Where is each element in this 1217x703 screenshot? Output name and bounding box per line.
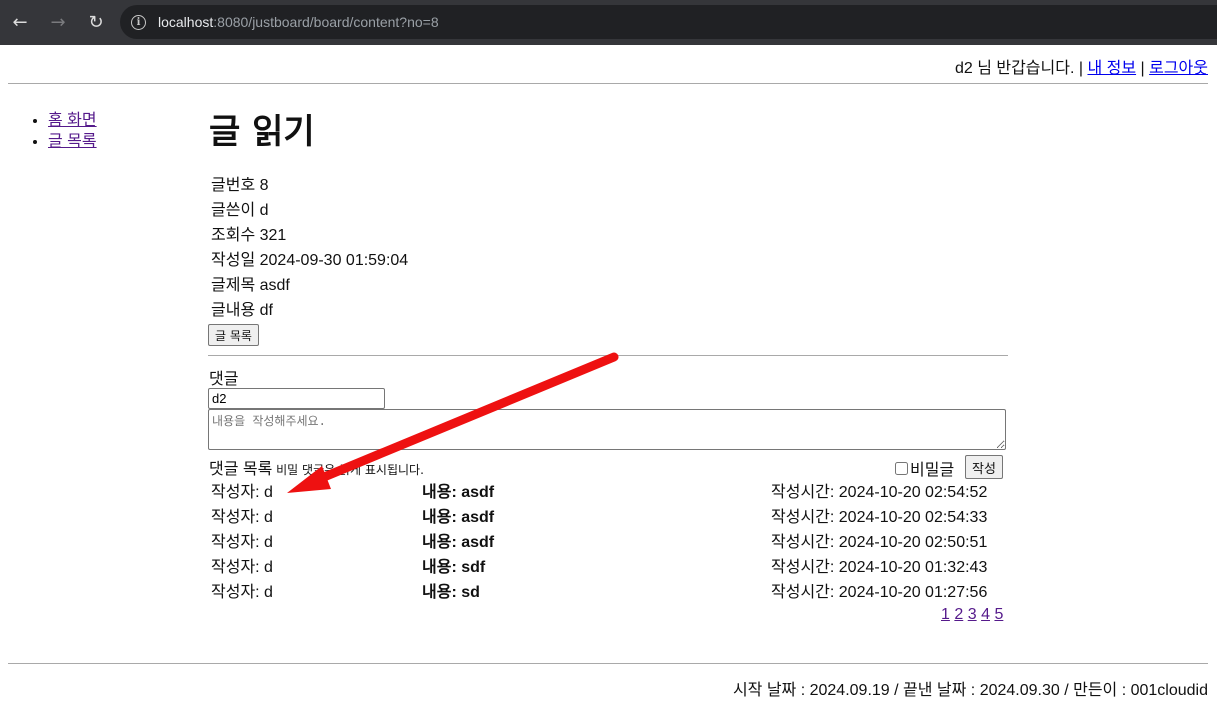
comment-content-text: asdf: [461, 484, 495, 501]
browser-toolbar: ← → ↻ i localhost:8080/justboard/board/c…: [0, 0, 1217, 45]
comment-row: 작성자: d 내용: sd 작성시간: 2024-10-20 01:27:56: [211, 580, 1001, 605]
secret-checkbox[interactable]: [895, 461, 908, 475]
comment-writer: 작성자: d: [211, 534, 273, 551]
comment-content: 내용: asdf: [422, 480, 494, 505]
back-arrow-icon[interactable]: ←: [2, 5, 38, 41]
comment-content-text: asdf: [461, 509, 495, 526]
sidebar-item-home: 홈 화면: [48, 110, 97, 131]
url-text[interactable]: localhost:8080/justboard/board/content?n…: [158, 14, 439, 30]
comment-content: 내용: sd: [422, 580, 480, 605]
info-icon[interactable]: i: [131, 14, 146, 30]
comment-content: 내용: asdf: [422, 530, 494, 555]
comment-list: 작성자: d 내용: asdf 작성시간: 2024-10-20 02:54:5…: [211, 480, 1001, 605]
footer-text: 시작 날짜 : 2024.09.19 / 끝낸 날짜 : 2024.09.30 …: [732, 682, 1208, 699]
comment-time: 작성시간: 2024-10-20 01:32:43: [771, 559, 988, 576]
comment-content: 내용: asdf: [422, 505, 494, 530]
submit-comment-button[interactable]: 작성: [965, 455, 1003, 479]
comment-writer: 작성자: d: [211, 484, 273, 501]
meta-row-writer: 글쓴이 d: [211, 198, 408, 223]
meta-row-content: 글내용 df: [211, 298, 408, 323]
meta-label: 작성일: [211, 252, 256, 269]
secret-comment-hint: 비밀 댓글은 굵게 표시됩니다.: [272, 463, 424, 477]
post-meta: 글번호 8 글쓴이 d 조회수 321 작성일 2024-09-30 01:59…: [211, 173, 408, 323]
address-bar[interactable]: i localhost:8080/justboard/board/content…: [120, 5, 1217, 39]
comment-content-textarea[interactable]: [208, 409, 1006, 450]
url-host: localhost: [158, 14, 214, 30]
meta-label: 글내용: [211, 302, 256, 319]
meta-value: d: [259, 202, 269, 219]
page-link-4[interactable]: 4: [981, 606, 990, 623]
page-link-5[interactable]: 5: [994, 606, 1003, 623]
footer-divider: [8, 663, 1208, 664]
comment-row: 작성자: d 내용: asdf 작성시간: 2024-10-20 02:54:5…: [211, 480, 1001, 505]
comment-writer: 작성자: d: [211, 559, 273, 576]
comment-time: 작성시간: 2024-10-20 02:50:51: [771, 534, 988, 551]
meta-value: asdf: [259, 277, 290, 294]
secret-label: 비밀글: [910, 462, 955, 479]
page-title: 글 읽기: [209, 112, 315, 152]
comment-row: 작성자: d 내용: sdf 작성시간: 2024-10-20 01:32:43: [211, 555, 1001, 580]
meta-value: df: [259, 302, 273, 319]
comment-row: 작성자: d 내용: asdf 작성시간: 2024-10-20 02:54:3…: [211, 505, 1001, 530]
meta-value: 321: [259, 227, 287, 244]
meta-label: 글쓴이: [211, 202, 256, 219]
comment-content-label: 내용:: [422, 534, 462, 551]
comment-content-text: sdf: [461, 559, 486, 576]
board-list-button[interactable]: 글 목록: [208, 324, 259, 346]
comment-time: 작성시간: 2024-10-20 02:54:52: [771, 484, 988, 501]
page-link-3[interactable]: 3: [968, 606, 977, 623]
meta-row-views: 조회수 321: [211, 223, 408, 248]
comment-content-label: 내용:: [422, 484, 462, 501]
comment-content-label: 내용:: [422, 559, 462, 576]
logout-link[interactable]: 로그아웃: [1149, 60, 1208, 77]
comment-time: 작성시간: 2024-10-20 01:27:56: [771, 584, 988, 601]
header-divider: [8, 83, 1208, 84]
comment-content-label: 내용:: [422, 584, 462, 601]
comment-list-title: 댓글 목록: [209, 461, 273, 478]
page-link-1[interactable]: 1: [941, 606, 950, 623]
reload-icon[interactable]: ↻: [78, 5, 114, 41]
comment-content: 내용: sdf: [422, 555, 485, 580]
meta-value: 2024-09-30 01:59:04: [259, 252, 409, 269]
my-info-link[interactable]: 내 정보: [1087, 60, 1136, 77]
pagination: 1 2 3 4 5: [941, 606, 1003, 624]
comment-writer: 작성자: d: [211, 509, 273, 526]
greeting-separator: |: [1136, 60, 1150, 77]
comment-label: 댓글: [209, 371, 239, 388]
meta-value: 8: [259, 177, 269, 194]
user-greeting: d2 님 반갑습니다. | 내 정보 | 로그아웃: [955, 54, 1208, 78]
comment-divider: [208, 355, 1008, 356]
forward-arrow-icon[interactable]: →: [40, 5, 76, 41]
page-link-2[interactable]: 2: [954, 606, 963, 623]
meta-label: 글번호: [211, 177, 256, 194]
comment-content-label: 내용:: [422, 509, 462, 526]
comment-content-text: sd: [461, 584, 480, 601]
comment-time: 작성시간: 2024-10-20 02:54:33: [771, 509, 988, 526]
url-path: :8080/justboard/board/content?no=8: [213, 14, 439, 30]
comment-list-heading: 댓글 목록 비밀 댓글은 굵게 표시됩니다.: [209, 455, 424, 479]
secret-checkbox-label[interactable]: 비밀글: [895, 456, 954, 480]
meta-label: 글제목: [211, 277, 256, 294]
sidebar-item-list: 글 목록: [48, 131, 97, 152]
comment-content-text: asdf: [461, 534, 495, 551]
meta-label: 조회수: [211, 227, 256, 244]
comment-row: 작성자: d 내용: asdf 작성시간: 2024-10-20 02:50:5…: [211, 530, 1001, 555]
meta-row-no: 글번호 8: [211, 173, 408, 198]
home-link[interactable]: 홈 화면: [48, 112, 97, 129]
sidebar-nav: 홈 화면 글 목록: [28, 110, 97, 152]
greeting-text: d2 님 반갑습니다. |: [954, 60, 1088, 77]
board-list-link[interactable]: 글 목록: [48, 133, 97, 150]
meta-row-date: 작성일 2024-09-30 01:59:04: [211, 248, 408, 273]
meta-row-title: 글제목 asdf: [211, 273, 408, 298]
comment-writer: 작성자: d: [211, 584, 273, 601]
comment-writer-input[interactable]: [208, 388, 385, 409]
